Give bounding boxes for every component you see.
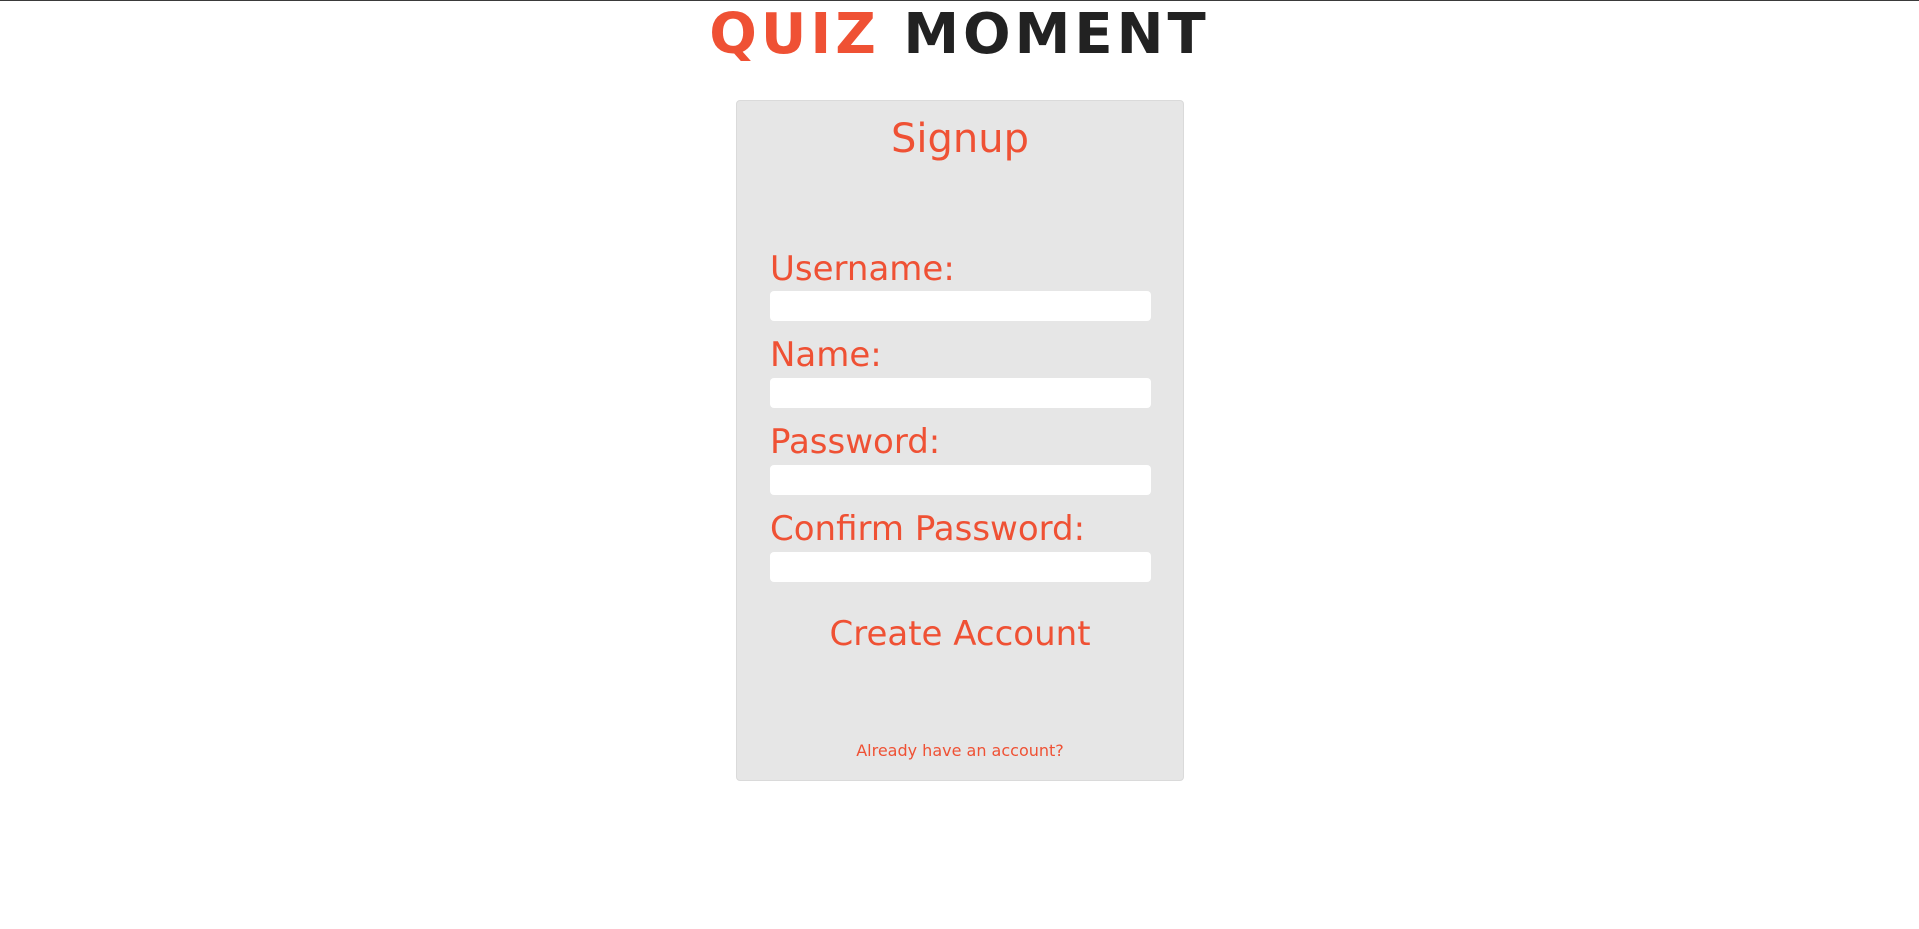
password-label: Password: bbox=[770, 422, 941, 462]
name-input[interactable] bbox=[770, 378, 1151, 408]
site-title-quiz: QUIZ bbox=[709, 2, 880, 67]
login-link[interactable]: Already have an account? bbox=[737, 739, 1183, 763]
confirm-password-label: Confirm Password: bbox=[770, 509, 1086, 549]
name-label: Name: bbox=[770, 335, 882, 375]
signup-card: Signup Username: Name: Password: Confirm… bbox=[736, 100, 1184, 781]
site-title: QUIZ MOMENT bbox=[0, 3, 1919, 67]
username-label: Username: bbox=[770, 249, 955, 289]
signup-title: Signup bbox=[891, 116, 1029, 162]
username-input[interactable] bbox=[770, 291, 1151, 321]
confirm-password-input[interactable] bbox=[770, 552, 1151, 582]
site-title-moment: MOMENT bbox=[903, 2, 1210, 67]
create-account-button[interactable]: Create Account bbox=[737, 609, 1183, 659]
password-input[interactable] bbox=[770, 465, 1151, 495]
